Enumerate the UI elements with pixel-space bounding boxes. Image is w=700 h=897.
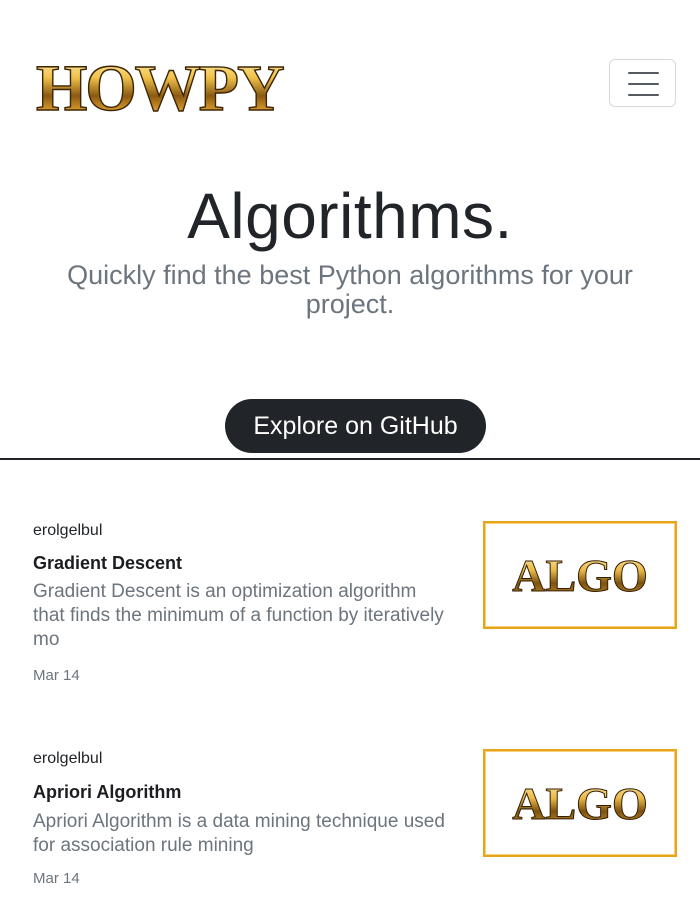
post-excerpt: Apriori Algorithm is a data mining techn… [33,811,445,856]
site-header: HOWPY Algorithms. Quickly find the best … [0,0,700,460]
post-author[interactable]: erolgelbul [33,522,102,540]
post-excerpt: Gradient Descent is an optimization algo… [33,581,444,650]
logo-text: HOWPY [36,52,284,125]
post-date: Mar 14 [33,667,80,684]
hamburger-menu-button[interactable] [609,59,676,107]
post-thumbnail[interactable]: ALGO [483,521,677,629]
page-title: Algorithms. [187,180,513,252]
thumb-text: ALGO [512,778,647,829]
howpy-logo[interactable]: HOWPY [32,38,288,130]
post-thumbnail[interactable]: ALGO [483,749,677,857]
explore-github-button[interactable]: Explore on GitHub [225,399,486,453]
thumb-text: ALGO [512,550,647,601]
post-author[interactable]: erolgelbul [33,750,102,768]
post-title[interactable]: Apriori Algorithm [33,782,181,803]
page-subtitle: Quickly find the best Python algorithms … [67,260,633,319]
post-date: Mar 14 [33,870,80,887]
post-title[interactable]: Gradient Descent [33,553,182,574]
section-divider [0,458,700,460]
